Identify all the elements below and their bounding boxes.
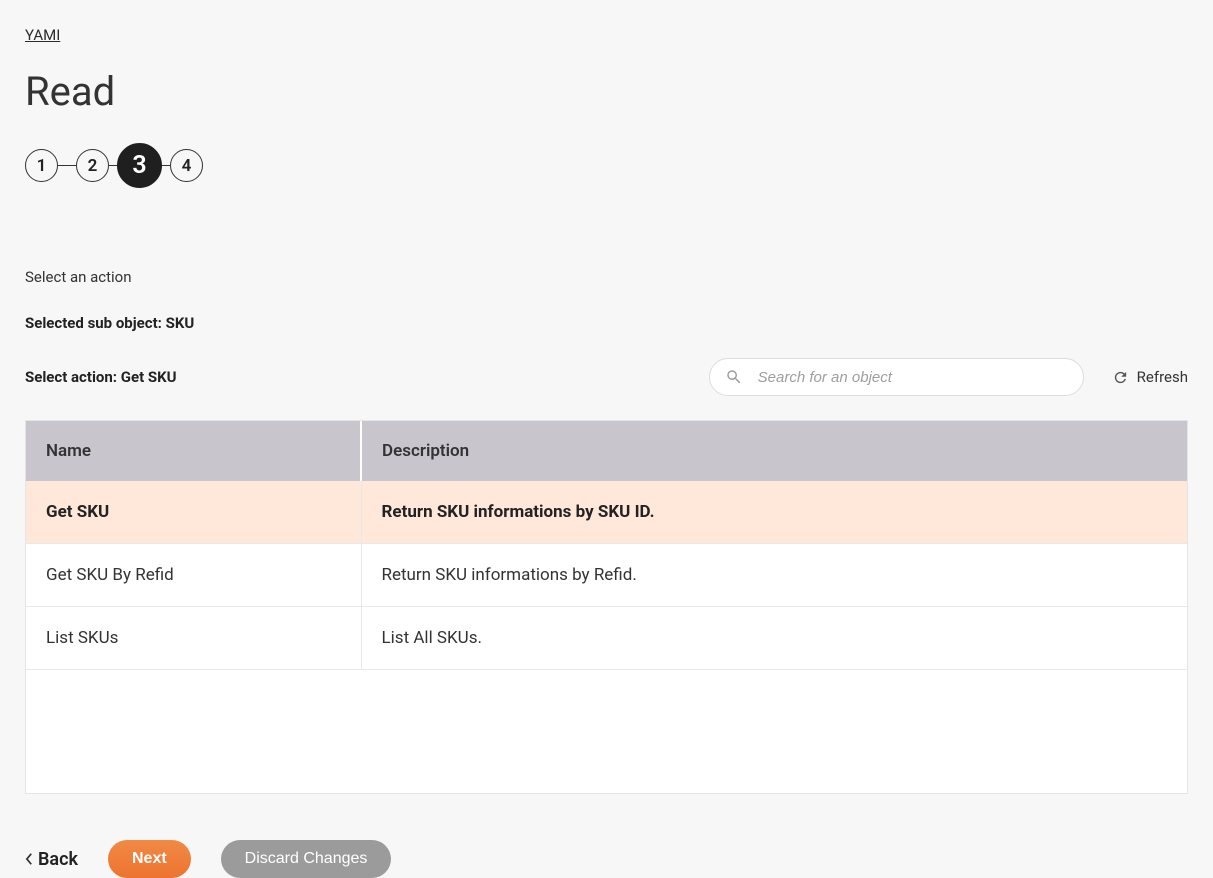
cell-description: Return SKU informations by SKU ID. <box>361 481 1187 544</box>
page-title: Read <box>25 68 1188 115</box>
step-connector <box>162 165 170 166</box>
refresh-button[interactable]: Refresh <box>1112 368 1188 386</box>
search-wrap <box>709 358 1084 396</box>
sub-object-label: Selected sub object: <box>25 314 166 332</box>
search-icon <box>725 368 743 386</box>
action-right-controls: Refresh <box>709 358 1188 396</box>
table-row[interactable]: List SKUs List All SKUs. <box>26 607 1187 670</box>
step-4[interactable]: 4 <box>170 149 203 182</box>
cell-name: Get SKU By Refid <box>26 544 361 607</box>
discard-button[interactable]: Discard Changes <box>221 840 392 878</box>
cell-name: Get SKU <box>26 481 361 544</box>
table-row[interactable]: Get SKU Return SKU informations by SKU I… <box>26 481 1187 544</box>
back-button[interactable]: Back <box>25 849 78 870</box>
col-header-description: Description <box>361 421 1187 481</box>
cell-description: List All SKUs. <box>361 607 1187 670</box>
step-connector <box>109 165 117 166</box>
select-action-text: Select action: Get SKU <box>25 368 177 386</box>
table-row[interactable]: Get SKU By Refid Return SKU informations… <box>26 544 1187 607</box>
step-3[interactable]: 3 <box>117 143 162 188</box>
step-connector <box>58 165 76 166</box>
select-action-label: Select action: <box>25 368 121 386</box>
footer-buttons: Back Next Discard Changes <box>25 840 1188 878</box>
selected-sub-object: Selected sub object: SKU <box>25 314 1188 332</box>
cell-description: Return SKU informations by Refid. <box>361 544 1187 607</box>
instruction-text: Select an action <box>25 268 1188 286</box>
table-header-row: Name Description <box>26 421 1187 481</box>
refresh-label: Refresh <box>1137 368 1188 386</box>
sub-object-value: SKU <box>166 314 195 332</box>
action-row: Select action: Get SKU Refresh <box>25 358 1188 396</box>
step-2[interactable]: 2 <box>76 149 109 182</box>
action-table: Name Description Get SKU Return SKU info… <box>26 421 1187 670</box>
back-label: Back <box>38 849 78 870</box>
stepper: 1 2 3 4 <box>25 143 1188 188</box>
action-table-container: Name Description Get SKU Return SKU info… <box>25 420 1188 794</box>
select-action-value: Get SKU <box>121 368 177 386</box>
refresh-icon <box>1112 369 1129 386</box>
next-button[interactable]: Next <box>108 840 191 878</box>
step-1[interactable]: 1 <box>25 149 58 182</box>
cell-name: List SKUs <box>26 607 361 670</box>
col-header-name: Name <box>26 421 361 481</box>
breadcrumb-link[interactable]: YAMI <box>25 26 60 44</box>
search-input[interactable] <box>709 358 1084 396</box>
chevron-left-icon <box>25 852 34 866</box>
